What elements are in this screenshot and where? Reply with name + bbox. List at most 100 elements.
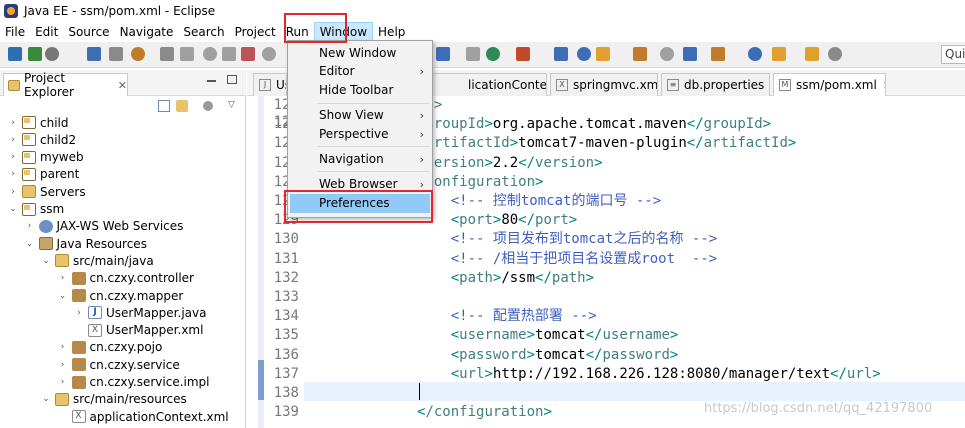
tree-item-src-main-resources[interactable]: ⌄ src/main/resources — [41, 391, 187, 408]
toolbar-tool-icon[interactable] — [633, 47, 647, 61]
tree-item-ssm[interactable]: ⌄ ssm — [8, 201, 64, 218]
expand-arrow-icon[interactable]: ⌄ — [41, 394, 51, 404]
toolbar-tool-icon[interactable] — [241, 47, 255, 61]
filter-icon[interactable] — [203, 101, 213, 111]
toolbar-tool-icon[interactable] — [554, 47, 568, 61]
menu-navigate[interactable]: Navigate — [115, 22, 179, 42]
tree-item-cn-czxy-service-impl[interactable]: › cn.czxy.service.impl — [58, 374, 210, 391]
menu-help[interactable]: Help — [373, 22, 410, 42]
collapse-arrow-icon[interactable]: › — [8, 135, 18, 145]
menu-source[interactable]: Source — [63, 22, 114, 42]
toolbar-tool-icon[interactable] — [8, 47, 22, 61]
bracket: > — [509, 135, 519, 152]
collapse-arrow-icon[interactable]: › — [8, 152, 18, 162]
toolbar-tool-icon[interactable] — [748, 47, 762, 61]
tree-item-label: JAX-WS Web Services — [56, 219, 184, 234]
menu-item-label: Editor — [319, 64, 355, 78]
tree-item-java-resources[interactable]: ⌄ Java Resources — [25, 235, 147, 252]
collapse-all-icon[interactable] — [158, 100, 170, 112]
toolbar-tool-icon[interactable] — [109, 47, 123, 61]
tab-use[interactable]: J Use — [253, 73, 287, 96]
toolbar-tool-icon[interactable] — [28, 47, 42, 61]
tree-item-applicationcontext-xml[interactable]: XapplicationContext.xml — [58, 408, 229, 425]
tree-item-child[interactable]: › child — [8, 114, 68, 131]
toolbar-tool-icon[interactable] — [805, 47, 819, 61]
collapse-arrow-icon[interactable]: › — [58, 360, 68, 370]
close-tab-icon[interactable]: ✕ — [883, 79, 885, 92]
tree-item-cn-czxy-controller[interactable]: › cn.czxy.controller — [58, 270, 194, 287]
toolbar-tool-icon[interactable] — [711, 47, 725, 61]
toolbar-tool-icon[interactable] — [772, 47, 786, 61]
menu-item-editor[interactable]: Editor › — [290, 62, 430, 81]
menu-item-new-window[interactable]: New Window — [290, 44, 430, 63]
bracket: </ — [535, 269, 552, 286]
link-editor-icon[interactable] — [176, 100, 188, 112]
toolbar-tool-icon[interactable] — [262, 47, 276, 61]
tree-item-cn-czxy-pojo[interactable]: › cn.czxy.pojo — [58, 339, 163, 356]
expand-arrow-icon[interactable]: ⌄ — [58, 291, 68, 301]
menu-project[interactable]: Project — [230, 22, 281, 42]
menu-item-show-view[interactable]: Show View › — [290, 106, 430, 125]
toolbar-tool-icon[interactable] — [180, 47, 194, 61]
menu-search[interactable]: Search — [178, 22, 229, 42]
maximize-icon[interactable] — [227, 75, 237, 84]
tab-project-explorer[interactable]: Project Explorer ✕ — [3, 71, 128, 99]
line-number: 138 — [273, 385, 299, 401]
bracket: > — [787, 135, 797, 152]
tree-item-src-main-java[interactable]: ⌄ src/main/java — [41, 252, 154, 269]
collapse-arrow-icon[interactable]: › — [8, 118, 18, 128]
bracket: < — [450, 308, 460, 325]
tree-item-cn-czxy-service[interactable]: › cn.czxy.service — [58, 356, 180, 373]
toolbar-tool-icon[interactable] — [577, 47, 591, 61]
highlight-window-menu — [284, 13, 347, 43]
tree-item-child2[interactable]: › child2 — [8, 131, 76, 148]
menu-edit[interactable]: Edit — [30, 22, 63, 42]
toolbar-tool-icon[interactable] — [486, 47, 500, 61]
tree-item-usermapper-xml[interactable]: X UserMapper.xml — [74, 322, 203, 339]
xml-text: 80 — [501, 212, 519, 229]
tree-item-usermapper-java[interactable]: › J UserMapper.java — [74, 304, 206, 321]
toolbar-tool-icon[interactable] — [828, 47, 842, 61]
tree-item-myweb[interactable]: › myweb — [8, 149, 83, 166]
menu-item-navigation[interactable]: Navigation › — [290, 150, 430, 169]
toolbar-tool-icon[interactable] — [131, 47, 145, 61]
collapse-arrow-icon[interactable]: › — [58, 342, 68, 352]
close-icon[interactable]: ✕ — [118, 79, 127, 92]
toolbar-tool-icon[interactable] — [683, 47, 697, 61]
minimize-icon[interactable] — [207, 80, 216, 82]
collapse-arrow-icon[interactable]: › — [58, 377, 68, 387]
tab-springmvc-xml[interactable]: Xspringmvc.xml — [550, 73, 658, 96]
toolbar-tool-icon[interactable] — [436, 47, 450, 61]
toolbar-tool-icon[interactable] — [45, 47, 59, 61]
toolbar-tool-icon[interactable] — [596, 47, 610, 61]
toolbar-tool-icon[interactable] — [160, 47, 174, 61]
bracket: > — [543, 404, 552, 421]
expand-arrow-icon[interactable]: ⌄ — [25, 239, 35, 249]
tab-ssm-pom-xml[interactable]: Mssm/pom.xml ✕ — [773, 73, 886, 96]
collapse-arrow-icon[interactable]: › — [74, 308, 84, 318]
toolbar-tool-icon[interactable] — [87, 47, 101, 61]
collapse-arrow-icon[interactable]: › — [8, 187, 18, 197]
tree-item-cn-czxy-mapper[interactable]: ⌄ cn.czxy.mapper — [58, 287, 184, 304]
tab-db-properties[interactable]: ≡ db.properties — [661, 73, 770, 96]
menu-item-perspective[interactable]: Perspective › — [290, 125, 430, 144]
toolbar-tool-icon[interactable] — [660, 47, 674, 61]
menu-item-hide-toolbar[interactable]: Hide Toolbar — [290, 81, 430, 100]
tree-item-servers[interactable]: › Servers — [8, 183, 85, 200]
quick-access-input[interactable]: Quic — [941, 45, 965, 64]
toolbar-tool-icon[interactable] — [222, 47, 236, 61]
menu-file[interactable]: File — [0, 22, 30, 42]
toolbar-tool-icon[interactable] — [466, 47, 480, 61]
expand-arrow-icon[interactable]: ⌄ — [8, 204, 18, 214]
tree-item-jax-ws-web-services[interactable]: › JAX-WS Web Services — [25, 218, 184, 235]
toolbar-tool-icon[interactable] — [203, 47, 217, 61]
tree-item-parent[interactable]: › parent — [8, 166, 79, 183]
view-menu-icon[interactable]: ▽ — [228, 100, 235, 110]
collapse-arrow-icon[interactable]: › — [25, 221, 35, 231]
expand-arrow-icon[interactable]: ⌄ — [41, 256, 51, 266]
collapse-arrow-icon[interactable]: › — [8, 169, 18, 179]
collapse-arrow-icon[interactable]: › — [58, 273, 68, 283]
toolbar-tool-icon[interactable] — [516, 47, 530, 61]
bracket: </ — [830, 365, 847, 382]
